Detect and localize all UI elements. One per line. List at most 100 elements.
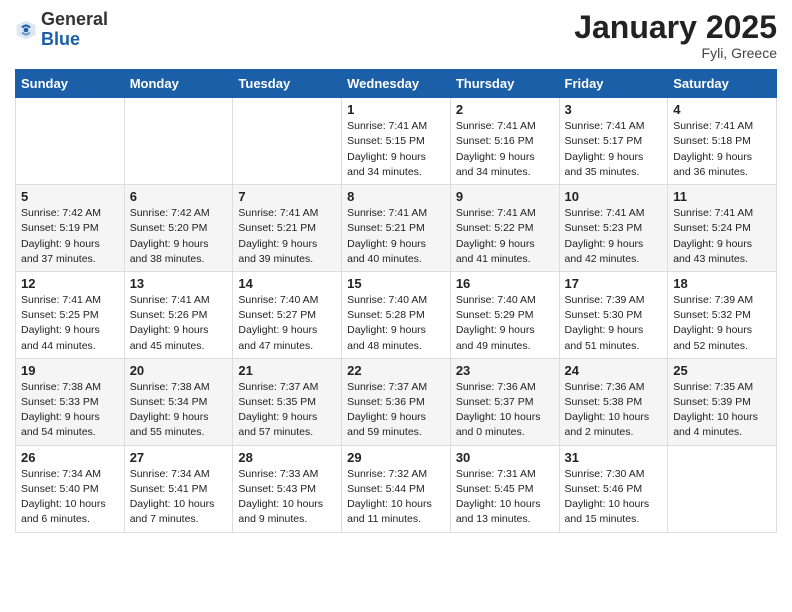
table-row: 9Sunrise: 7:41 AM Sunset: 5:22 PM Daylig… xyxy=(450,185,559,272)
day-info: Sunrise: 7:39 AM Sunset: 5:30 PM Dayligh… xyxy=(565,293,663,354)
day-info: Sunrise: 7:37 AM Sunset: 5:36 PM Dayligh… xyxy=(347,380,445,441)
table-row: 8 Sunrise: 7:41 AM Sunset: 5:21 PM Daylig… xyxy=(342,185,451,272)
day-number: 4 xyxy=(673,102,771,117)
table-row: 29Sunrise: 7:32 AM Sunset: 5:44 PM Dayli… xyxy=(342,445,451,532)
day-info: Sunrise: 7:41 AM Sunset: 5:18 PM Dayligh… xyxy=(673,119,771,180)
calendar-week-row: 19 Sunrise: 7:38 AM Sunset: 5:33 PM Dayli… xyxy=(16,358,777,445)
day-number: 27 xyxy=(130,450,228,465)
day-info: Sunrise: 7:41 AM Sunset: 5:21 PM Dayligh… xyxy=(347,206,445,267)
day-number: 1 xyxy=(347,102,445,117)
day-info: Sunrise: 7:40 AM Sunset: 5:27 PM Dayligh… xyxy=(238,293,336,354)
day-info: Sunrise: 7:38 AM Sunset: 5:34 PM Dayligh… xyxy=(130,380,228,441)
day-number: 31 xyxy=(565,450,663,465)
day-number: 22 xyxy=(347,363,445,378)
header-monday: Monday xyxy=(124,70,233,98)
day-info: Sunrise: 7:41 AM Sunset: 5:24 PM Dayligh… xyxy=(673,206,771,267)
calendar: Sunday Monday Tuesday Wednesday Thursday… xyxy=(15,69,777,532)
day-info: Sunrise: 7:36 AM Sunset: 5:37 PM Dayligh… xyxy=(456,380,554,441)
day-number: 15 xyxy=(347,276,445,291)
table-row: 4 Sunrise: 7:41 AM Sunset: 5:18 PM Daylig… xyxy=(668,98,777,185)
table-row: 3Sunrise: 7:41 AM Sunset: 5:17 PM Daylig… xyxy=(559,98,668,185)
day-number: 19 xyxy=(21,363,119,378)
day-number: 8 xyxy=(347,189,445,204)
table-row: 25Sunrise: 7:35 AM Sunset: 5:39 PM Dayli… xyxy=(668,358,777,445)
day-info: Sunrise: 7:30 AM Sunset: 5:46 PM Dayligh… xyxy=(565,467,663,528)
day-number: 12 xyxy=(21,276,119,291)
day-number: 14 xyxy=(238,276,336,291)
day-info: Sunrise: 7:41 AM Sunset: 5:16 PM Dayligh… xyxy=(456,119,554,180)
day-info: Sunrise: 7:41 AM Sunset: 5:26 PM Dayligh… xyxy=(130,293,228,354)
header-wednesday: Wednesday xyxy=(342,70,451,98)
day-info: Sunrise: 7:40 AM Sunset: 5:28 PM Dayligh… xyxy=(347,293,445,354)
day-number: 24 xyxy=(565,363,663,378)
header-friday: Friday xyxy=(559,70,668,98)
day-number: 29 xyxy=(347,450,445,465)
day-info: Sunrise: 7:38 AM Sunset: 5:33 PM Dayligh… xyxy=(21,380,119,441)
day-number: 7 xyxy=(238,189,336,204)
table-row: 6 Sunrise: 7:42 AM Sunset: 5:20 PM Daylig… xyxy=(124,185,233,272)
day-number: 18 xyxy=(673,276,771,291)
day-info: Sunrise: 7:33 AM Sunset: 5:43 PM Dayligh… xyxy=(238,467,336,528)
day-info: Sunrise: 7:31 AM Sunset: 5:45 PM Dayligh… xyxy=(456,467,554,528)
logo: General Blue xyxy=(15,10,108,50)
table-row: 14 Sunrise: 7:40 AM Sunset: 5:27 PM Dayli… xyxy=(233,271,342,358)
page: General Blue January 2025 Fyli, Greece S… xyxy=(0,0,792,548)
table-row: 26 Sunrise: 7:34 AM Sunset: 5:40 PM Dayli… xyxy=(16,445,125,532)
calendar-week-row: 5Sunrise: 7:42 AM Sunset: 5:19 PM Daylig… xyxy=(16,185,777,272)
location: Fyli, Greece xyxy=(574,45,777,61)
logo-icon xyxy=(15,19,37,41)
weekday-header-row: Sunday Monday Tuesday Wednesday Thursday… xyxy=(16,70,777,98)
day-number: 30 xyxy=(456,450,554,465)
table-row: 31 Sunrise: 7:30 AM Sunset: 5:46 PM Dayli… xyxy=(559,445,668,532)
table-row: 19 Sunrise: 7:38 AM Sunset: 5:33 PM Dayli… xyxy=(16,358,125,445)
logo-text: General Blue xyxy=(41,10,108,50)
table-row: 23 Sunrise: 7:36 AM Sunset: 5:37 PM Dayli… xyxy=(450,358,559,445)
day-info: Sunrise: 7:42 AM Sunset: 5:20 PM Dayligh… xyxy=(130,206,228,267)
table-row xyxy=(124,98,233,185)
table-row: 21 Sunrise: 7:37 AM Sunset: 5:35 PM Dayli… xyxy=(233,358,342,445)
day-info: Sunrise: 7:41 AM Sunset: 5:22 PM Dayligh… xyxy=(456,206,554,267)
header-tuesday: Tuesday xyxy=(233,70,342,98)
day-number: 17 xyxy=(565,276,663,291)
day-info: Sunrise: 7:37 AM Sunset: 5:35 PM Dayligh… xyxy=(238,380,336,441)
table-row: 1 Sunrise: 7:41 AM Sunset: 5:15 PM Daylig… xyxy=(342,98,451,185)
table-row: 30 Sunrise: 7:31 AM Sunset: 5:45 PM Dayli… xyxy=(450,445,559,532)
table-row xyxy=(668,445,777,532)
day-number: 23 xyxy=(456,363,554,378)
calendar-week-row: 1 Sunrise: 7:41 AM Sunset: 5:15 PM Daylig… xyxy=(16,98,777,185)
table-row xyxy=(233,98,342,185)
table-row: 28Sunrise: 7:33 AM Sunset: 5:43 PM Dayli… xyxy=(233,445,342,532)
table-row: 20 Sunrise: 7:38 AM Sunset: 5:34 PM Dayli… xyxy=(124,358,233,445)
table-row: 2 Sunrise: 7:41 AM Sunset: 5:16 PM Daylig… xyxy=(450,98,559,185)
day-info: Sunrise: 7:41 AM Sunset: 5:21 PM Dayligh… xyxy=(238,206,336,267)
table-row: 17 Sunrise: 7:39 AM Sunset: 5:30 PM Dayli… xyxy=(559,271,668,358)
day-number: 5 xyxy=(21,189,119,204)
month-title: January 2025 xyxy=(574,10,777,45)
day-info: Sunrise: 7:34 AM Sunset: 5:40 PM Dayligh… xyxy=(21,467,119,528)
title-block: January 2025 Fyli, Greece xyxy=(574,10,777,61)
day-number: 10 xyxy=(565,189,663,204)
logo-general-text: General xyxy=(41,9,108,29)
day-number: 20 xyxy=(130,363,228,378)
table-row: 7 Sunrise: 7:41 AM Sunset: 5:21 PM Daylig… xyxy=(233,185,342,272)
table-row xyxy=(16,98,125,185)
day-info: Sunrise: 7:34 AM Sunset: 5:41 PM Dayligh… xyxy=(130,467,228,528)
day-number: 21 xyxy=(238,363,336,378)
day-info: Sunrise: 7:41 AM Sunset: 5:15 PM Dayligh… xyxy=(347,119,445,180)
calendar-week-row: 12Sunrise: 7:41 AM Sunset: 5:25 PM Dayli… xyxy=(16,271,777,358)
day-info: Sunrise: 7:40 AM Sunset: 5:29 PM Dayligh… xyxy=(456,293,554,354)
table-row: 22 Sunrise: 7:37 AM Sunset: 5:36 PM Dayli… xyxy=(342,358,451,445)
header-sunday: Sunday xyxy=(16,70,125,98)
day-number: 26 xyxy=(21,450,119,465)
day-number: 6 xyxy=(130,189,228,204)
table-row: 10Sunrise: 7:41 AM Sunset: 5:23 PM Dayli… xyxy=(559,185,668,272)
day-info: Sunrise: 7:35 AM Sunset: 5:39 PM Dayligh… xyxy=(673,380,771,441)
day-number: 2 xyxy=(456,102,554,117)
table-row: 15 Sunrise: 7:40 AM Sunset: 5:28 PM Dayli… xyxy=(342,271,451,358)
logo-blue-text: Blue xyxy=(41,29,80,49)
day-number: 11 xyxy=(673,189,771,204)
table-row: 16Sunrise: 7:40 AM Sunset: 5:29 PM Dayli… xyxy=(450,271,559,358)
header: General Blue January 2025 Fyli, Greece xyxy=(15,10,777,61)
calendar-week-row: 26 Sunrise: 7:34 AM Sunset: 5:40 PM Dayli… xyxy=(16,445,777,532)
day-info: Sunrise: 7:36 AM Sunset: 5:38 PM Dayligh… xyxy=(565,380,663,441)
